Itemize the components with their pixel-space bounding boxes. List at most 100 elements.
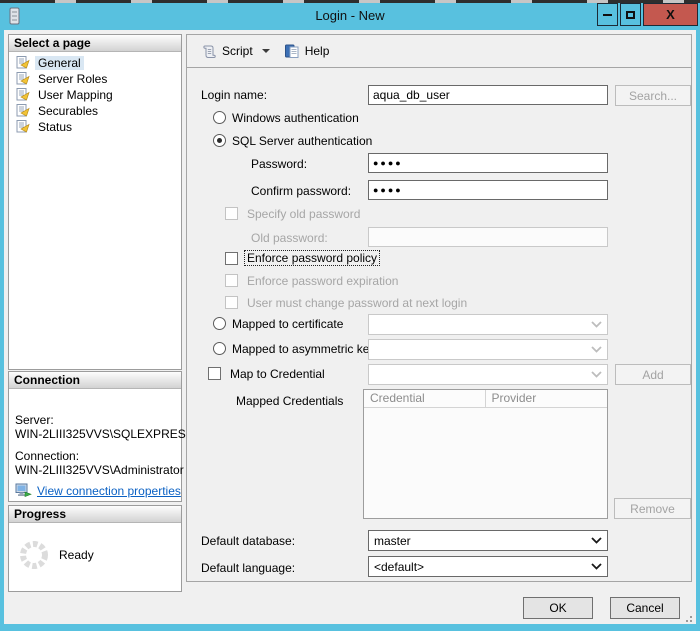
sql-server-authentication-radio[interactable] <box>213 134 226 147</box>
login-new-dialog: Login - New X Select a page General Serv… <box>0 0 700 631</box>
page-icon <box>16 56 30 69</box>
sidebar-item-label: Status <box>35 120 75 134</box>
help-label: Help <box>305 44 330 58</box>
map-to-credential-label[interactable]: Map to Credential <box>230 367 325 381</box>
connection-panel: Connection Server: WIN-2LIII325VVS\SQLEX… <box>8 371 182 502</box>
enforce-password-policy-checkbox[interactable] <box>225 252 238 265</box>
page-icon <box>16 104 30 117</box>
search-button: Search... <box>615 85 691 106</box>
resize-grip[interactable] <box>680 610 692 622</box>
chevron-down-icon[interactable] <box>591 537 602 544</box>
select-page-header: Select a page <box>9 35 181 52</box>
server-value: WIN-2LIII325VVS\SQLEXPRESS <box>15 427 194 441</box>
sidebar-item-securables[interactable]: Securables <box>9 103 181 118</box>
titlebar[interactable]: Login - New X <box>0 3 700 30</box>
progress-header: Progress <box>9 506 181 523</box>
windows-authentication-radio[interactable] <box>213 111 226 124</box>
certificate-combobox <box>368 314 608 335</box>
credential-combobox <box>368 364 608 385</box>
sidebar-item-label: Server Roles <box>35 72 110 86</box>
mapped-to-certificate-radio[interactable] <box>213 317 226 330</box>
window-title: Login - New <box>0 8 700 23</box>
maximize-button[interactable] <box>620 3 641 26</box>
script-button[interactable]: Script <box>197 41 274 62</box>
specify-old-password-checkbox <box>225 207 238 220</box>
select-page-panel: Select a page General Server Roles User … <box>8 34 182 370</box>
minimize-button[interactable] <box>597 3 618 26</box>
old-password-label: Old password: <box>251 231 328 245</box>
dialog-content: Select a page General Server Roles User … <box>4 30 696 624</box>
confirm-password-label: Confirm password: <box>251 184 351 198</box>
table-header-row: Credential Provider <box>364 390 607 408</box>
remove-button: Remove <box>614 498 691 519</box>
default-language-value: <default> <box>374 560 424 574</box>
close-icon: X <box>666 8 675 21</box>
sidebar-item-label: User Mapping <box>35 88 116 102</box>
chevron-down-icon <box>591 371 602 378</box>
minimize-icon <box>603 14 612 16</box>
help-icon <box>284 44 300 59</box>
view-connection-properties-link[interactable]: View connection properties <box>37 484 181 498</box>
progress-panel: Progress Ready <box>8 505 182 592</box>
windows-authentication-label[interactable]: Windows authentication <box>232 111 359 125</box>
connection-header: Connection <box>9 372 181 389</box>
add-button: Add <box>615 364 691 385</box>
chevron-down-icon <box>591 346 602 353</box>
must-change-password-checkbox <box>225 296 238 309</box>
mapped-to-asymmetric-key-label[interactable]: Mapped to asymmetric key <box>232 342 375 356</box>
sidebar-item-server-roles[interactable]: Server Roles <box>9 71 181 86</box>
progress-status: Ready <box>59 548 94 562</box>
page-icon <box>16 72 30 85</box>
page-icon <box>16 88 30 101</box>
specify-old-password-label: Specify old password <box>247 207 360 221</box>
sidebar-item-label: Securables <box>35 104 101 118</box>
connection-properties-icon <box>15 483 32 498</box>
page-list: General Server Roles User Mapping Secura… <box>9 52 181 134</box>
chevron-down-icon[interactable] <box>591 563 602 570</box>
default-database-combobox[interactable]: master <box>368 530 608 551</box>
sidebar-item-label: General <box>35 56 84 70</box>
toolbar: Script Help <box>187 35 691 68</box>
ok-button[interactable]: OK <box>523 597 593 619</box>
map-to-credential-checkbox[interactable] <box>208 367 221 380</box>
password-input[interactable] <box>368 153 608 173</box>
general-page-panel: Script Help Login name: Search... Window… <box>186 34 692 582</box>
progress-spinner-icon <box>18 539 50 574</box>
sql-server-authentication-label[interactable]: SQL Server authentication <box>232 134 372 148</box>
sidebar-item-general[interactable]: General <box>9 55 181 70</box>
script-label: Script <box>222 44 253 58</box>
mapped-credentials-table[interactable]: Credential Provider <box>363 389 608 519</box>
maximize-icon <box>626 11 635 19</box>
chevron-down-icon <box>591 321 602 328</box>
login-name-label: Login name: <box>201 88 267 102</box>
mapped-credentials-label: Mapped Credentials <box>236 394 343 408</box>
provider-column-header[interactable]: Provider <box>486 390 608 408</box>
login-name-input[interactable] <box>368 85 608 105</box>
cancel-button[interactable]: Cancel <box>610 597 680 619</box>
credential-column-header[interactable]: Credential <box>364 390 486 408</box>
mapped-to-certificate-label[interactable]: Mapped to certificate <box>232 317 343 331</box>
default-language-label: Default language: <box>201 561 295 575</box>
page-icon <box>16 120 30 133</box>
connection-label: Connection: <box>15 449 79 463</box>
enforce-password-expiration-checkbox <box>225 274 238 287</box>
default-database-label: Default database: <box>201 534 295 548</box>
confirm-password-input[interactable] <box>368 180 608 200</box>
default-database-value: master <box>374 534 411 548</box>
server-label: Server: <box>15 413 54 427</box>
password-label: Password: <box>251 157 307 171</box>
sidebar-item-status[interactable]: Status <box>9 119 181 134</box>
script-icon <box>201 44 217 59</box>
must-change-password-label: User must change password at next login <box>247 296 467 310</box>
mapped-to-asymmetric-key-radio[interactable] <box>213 342 226 355</box>
close-button[interactable]: X <box>643 3 698 26</box>
default-language-combobox[interactable]: <default> <box>368 556 608 577</box>
chevron-down-icon[interactable] <box>262 49 270 53</box>
asymmetric-key-combobox <box>368 339 608 360</box>
help-button[interactable]: Help <box>280 41 334 62</box>
connection-value: WIN-2LIII325VVS\Administrator <box>15 463 184 477</box>
enforce-password-policy-label[interactable]: Enforce password policy <box>245 251 379 265</box>
enforce-password-expiration-label: Enforce password expiration <box>247 274 398 288</box>
sidebar-item-user-mapping[interactable]: User Mapping <box>9 87 181 102</box>
old-password-input <box>368 227 608 247</box>
